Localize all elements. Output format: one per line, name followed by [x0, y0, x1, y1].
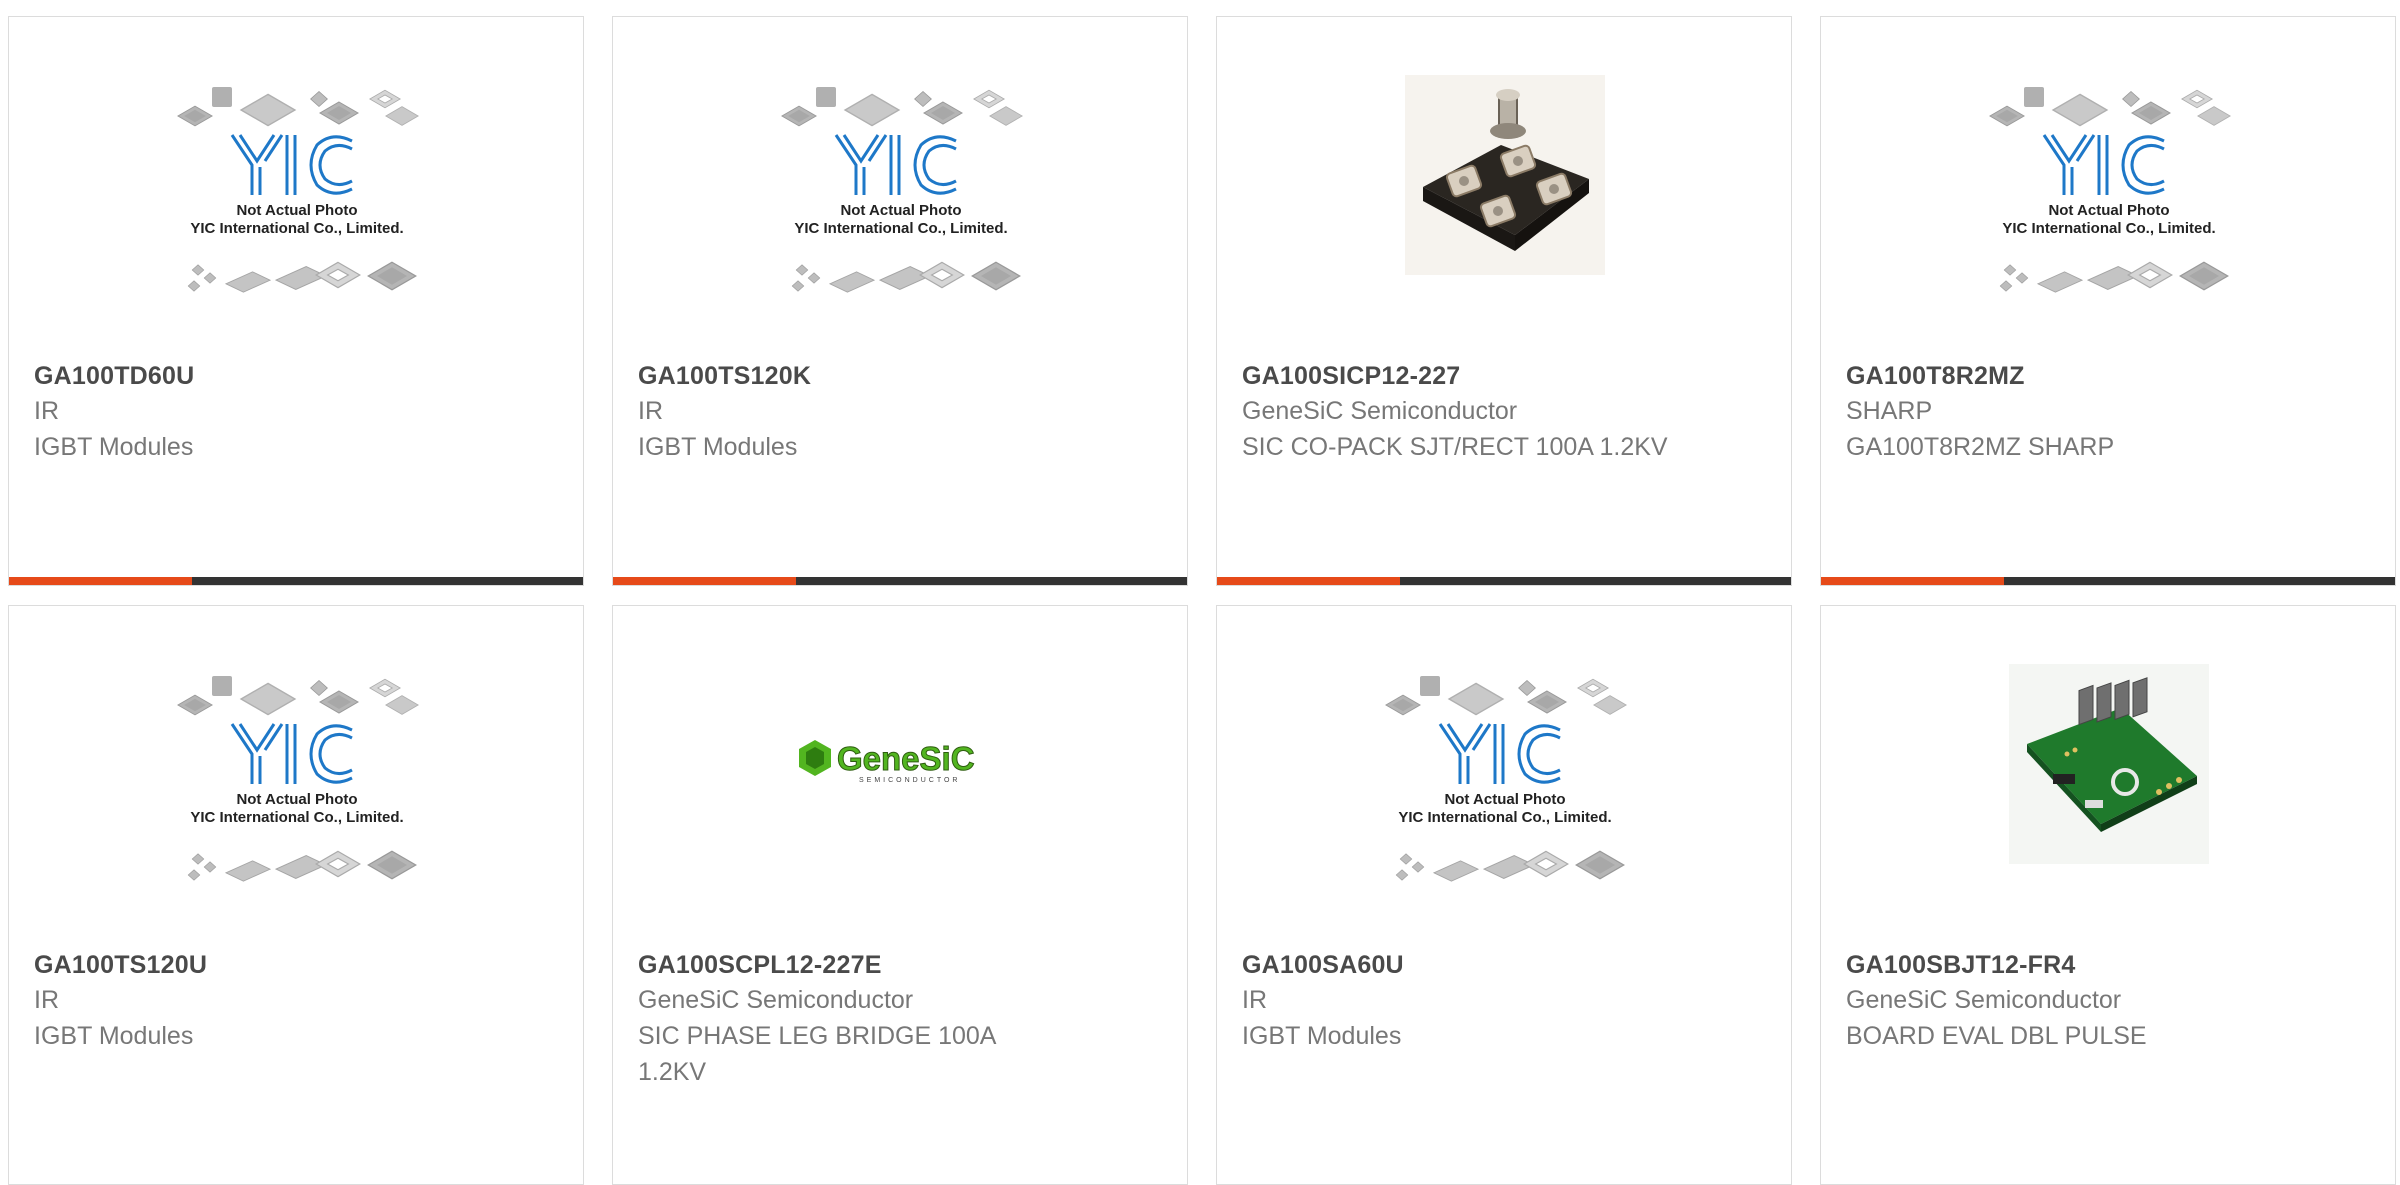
card-bottom-bar [1821, 577, 2395, 585]
product-description: GA100T8R2MZ SHARP [1846, 433, 2115, 461]
genesic-logo-name: GeneSiC [837, 740, 975, 777]
product-card[interactable]: GA100SBJT12-FR4 GeneSiC Semiconductor BO… [1820, 605, 2396, 1185]
card-bar-accent [1821, 577, 2004, 585]
part-number-link[interactable]: GA100SCPL12-227E [638, 948, 1158, 982]
product-card[interactable]: Not Actual Photo YIC International Co., … [1216, 605, 1792, 1185]
manufacturer-name: GeneSiC Semiconductor [638, 986, 914, 1014]
placeholder-line2: YIC International Co., Limited. [794, 220, 1007, 237]
product-image[interactable]: GeneSiC SEMICONDUCTOR [613, 664, 1189, 954]
placeholder-line1: Not Actual Photo [1444, 791, 1565, 808]
yic-placeholder-image: Not Actual Photo YIC International Co., … [1989, 87, 2231, 293]
product-image[interactable]: Not Actual Photo YIC International Co., … [1821, 75, 2397, 365]
product-card[interactable]: GeneSiC SEMICONDUCTOR GA100SCPL12-227E G… [612, 605, 1188, 1185]
placeholder-line2: YIC International Co., Limited. [2002, 220, 2215, 237]
placeholder-line1: Not Actual Photo [236, 202, 357, 219]
product-image[interactable]: Not Actual Photo YIC International Co., … [9, 75, 585, 365]
manufacturer-name: IR [1242, 986, 1267, 1014]
product-image[interactable]: Not Actual Photo YIC International Co., … [9, 664, 585, 954]
product-description: SIC CO-PACK SJT/RECT 100A 1.2KV [1242, 433, 1668, 461]
genesic-logo-tagline: SEMICONDUCTOR [859, 777, 960, 784]
placeholder-line2: YIC International Co., Limited. [190, 220, 403, 237]
product-description: BOARD EVAL DBL PULSE [1846, 1022, 2147, 1050]
product-image[interactable]: Not Actual Photo YIC International Co., … [1217, 664, 1793, 954]
part-number-link[interactable]: GA100SA60U [1242, 948, 1762, 982]
part-number-link[interactable]: GA100TS120U [34, 948, 554, 982]
product-card[interactable]: Not Actual Photo YIC International Co., … [8, 16, 584, 586]
yic-placeholder-image: Not Actual Photo YIC International Co., … [781, 87, 1023, 293]
part-number-link[interactable]: GA100SBJT12-FR4 [1846, 948, 2366, 982]
yic-placeholder-image: Not Actual Photo YIC International Co., … [177, 676, 419, 882]
placeholder-line2: YIC International Co., Limited. [1398, 809, 1611, 826]
product-image[interactable] [1821, 664, 2397, 954]
product-description: SIC PHASE LEG BRIDGE 100A 1.2KV [638, 1022, 996, 1086]
product-image[interactable]: Not Actual Photo YIC International Co., … [613, 75, 1189, 365]
manufacturer-name: IR [34, 986, 59, 1014]
product-description: IGBT Modules [34, 1022, 194, 1050]
manufacturer-name: GeneSiC Semiconductor [1242, 397, 1518, 425]
sot227-module-photo [1405, 75, 1605, 275]
placeholder-line1: Not Actual Photo [840, 202, 961, 219]
manufacturer-name: IR [638, 397, 663, 425]
eval-board-photo [2009, 664, 2209, 864]
card-bar-accent [1217, 577, 1400, 585]
placeholder-line2: YIC International Co., Limited. [190, 809, 403, 826]
product-card[interactable]: Not Actual Photo YIC International Co., … [1820, 16, 2396, 586]
card-bottom-bar [613, 577, 1187, 585]
product-image[interactable] [1217, 75, 1793, 365]
placeholder-line1: Not Actual Photo [236, 791, 357, 808]
part-number-link[interactable]: GA100TS120K [638, 359, 1158, 393]
yic-placeholder-image: Not Actual Photo YIC International Co., … [177, 87, 419, 293]
manufacturer-name: IR [34, 397, 59, 425]
card-bar-accent [9, 577, 192, 585]
manufacturer-name: GeneSiC Semiconductor [1846, 986, 2122, 1014]
product-description: IGBT Modules [1242, 1022, 1402, 1050]
part-number-link[interactable]: GA100SICP12-227 [1242, 359, 1762, 393]
part-number-link[interactable]: GA100T8R2MZ [1846, 359, 2366, 393]
product-card[interactable]: Not Actual Photo YIC International Co., … [8, 605, 584, 1185]
manufacturer-name: SHARP [1846, 397, 1933, 425]
product-card[interactable]: GA100SICP12-227 GeneSiC Semiconductor SI… [1216, 16, 1792, 586]
part-number-link[interactable]: GA100TD60U [34, 359, 554, 393]
product-grid: Not Actual Photo YIC International Co., … [0, 0, 2400, 1185]
product-card[interactable]: Not Actual Photo YIC International Co., … [612, 16, 1188, 586]
card-bar-accent [613, 577, 796, 585]
product-description: IGBT Modules [34, 433, 194, 461]
product-description: IGBT Modules [638, 433, 798, 461]
placeholder-line1: Not Actual Photo [2048, 202, 2169, 219]
yic-placeholder-image: Not Actual Photo YIC International Co., … [1385, 676, 1627, 882]
genesic-logo-image: GeneSiC SEMICONDUCTOR [799, 740, 975, 784]
card-bottom-bar [9, 577, 583, 585]
card-bottom-bar [1217, 577, 1791, 585]
